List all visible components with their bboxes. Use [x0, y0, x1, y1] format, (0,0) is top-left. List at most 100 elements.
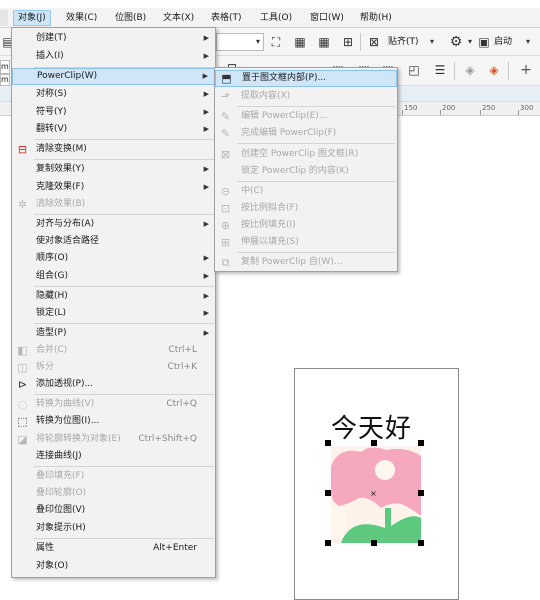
menu-item-flip[interactable]: 翻转(V) ▶ [12, 121, 215, 138]
menu-item-label: 使对象适合路径 [36, 236, 100, 246]
menu-item-symbol[interactable]: 符号(Y) ▶ [12, 104, 215, 121]
menu-item-overprint-outline[interactable]: 叠印轮廓(O) [12, 485, 215, 502]
menu-item-overprint-bitmap[interactable]: 叠印位图(V) [12, 502, 215, 519]
menu-table[interactable]: 表格(T) [207, 10, 246, 26]
selection-handle[interactable] [325, 490, 331, 496]
center-marker-icon[interactable]: × [370, 490, 377, 498]
submenu-arrow-icon: ▶ [203, 125, 209, 133]
ruler-label: 300 [520, 104, 534, 112]
menu-item-lock[interactable]: 锁定(L) ▶ [12, 305, 215, 322]
selection-handle[interactable] [418, 540, 424, 546]
chevron-down-icon[interactable]: ▾ [520, 34, 536, 50]
menu-item-fit-to-path[interactable]: 使对象适合路径 [12, 233, 215, 250]
clear-transform-icon: ⊟ [17, 143, 28, 156]
menu-text[interactable]: 文本(X) [159, 10, 198, 26]
menu-effects[interactable]: 效果(C) [62, 10, 101, 26]
menu-item-label: 将轮廓转换为对象(E) [36, 434, 121, 444]
submenu-item-extract-contents[interactable]: ⬏ 提取内容(X) [215, 88, 397, 105]
menu-separator [34, 538, 214, 539]
rulers-icon[interactable]: ▦ [292, 34, 308, 50]
full-screen-icon[interactable]: ⛶ [268, 34, 284, 50]
submenu-item-center[interactable]: ⊝ 中(C) [215, 183, 397, 200]
menu-item-label: 符号(Y) [36, 107, 67, 117]
left-field-2[interactable]: mi [0, 74, 10, 86]
selection-handle[interactable] [371, 440, 377, 446]
menu-item-label: 造型(P) [36, 328, 67, 338]
combine-icon: ◧ [17, 344, 28, 357]
selection-handle[interactable] [371, 540, 377, 546]
chevron-down-icon[interactable]: ▾ [424, 34, 440, 50]
menu-item-clear-transform[interactable]: ⊟ 清除变换(M) [12, 141, 215, 158]
submenu-item-lock-contents[interactable]: 锁定 PowerClip 的内容(K) [215, 163, 397, 180]
menu-item-copy-effect[interactable]: 复制效果(Y) ▶ [12, 161, 215, 178]
menu-item-convert-to-bitmap[interactable]: ⬚ 转换为位图(I)... [12, 413, 215, 430]
menu-item-overprint-fill[interactable]: 叠印填充(F) [12, 468, 215, 485]
menu-item-powerclip[interactable]: PowerClip(W) ▶ [12, 68, 215, 85]
menu-item-label: 组合(G) [36, 271, 68, 281]
convert-bitmap-icon: ⬚ [17, 415, 28, 428]
menu-separator [237, 106, 395, 107]
snap-icon[interactable]: ⊠ [366, 34, 382, 50]
menu-separator [34, 286, 214, 287]
submenu-item-fit-proportionally[interactable]: ⊡ 按比例拟合(F) [215, 200, 397, 217]
ruler-label: 250 [482, 104, 496, 112]
guidelines-icon[interactable]: ⊞ [340, 34, 356, 50]
menu-item-order[interactable]: 顺序(O) ▶ [12, 250, 215, 267]
selection-handle[interactable] [418, 490, 424, 496]
menu-item-combine[interactable]: ◧ 合并(C) Ctrl+L [12, 342, 215, 359]
menu-item-hide[interactable]: 隐藏(H) ▶ [12, 288, 215, 305]
menu-help[interactable]: 帮助(H) [356, 10, 396, 26]
selection-handle[interactable] [325, 440, 331, 446]
menu-item-label: 顺序(O) [36, 253, 69, 263]
layers-icon[interactable]: ◈ [462, 62, 478, 78]
launch-icon[interactable]: ▣ [476, 34, 492, 50]
menu-window[interactable]: 窗口(W) [306, 10, 348, 26]
menu-item-shaping[interactable]: 造型(P) ▶ [12, 325, 215, 342]
copy-from-icon: ⧉ [221, 256, 230, 269]
menu-separator [34, 323, 214, 324]
menu-item-object-hints[interactable]: 对象提示(H) [12, 520, 215, 537]
ruler-tick [440, 110, 441, 115]
left-field-1[interactable]: mi [0, 60, 10, 74]
menu-item-group[interactable]: 组合(G) ▶ [12, 268, 215, 285]
menu-item-clone-effect[interactable]: 克隆效果(F) ▶ [12, 179, 215, 196]
submenu-arrow-icon: ▶ [202, 72, 208, 80]
add-icon[interactable]: + [518, 62, 534, 78]
grid-icon[interactable]: ▦ [316, 34, 332, 50]
menu-item-insert[interactable]: 插入(I) ▶ [12, 48, 215, 65]
menu-item-add-perspective[interactable]: ⊳ 添加透视(P)... [12, 376, 215, 393]
menu-item-break-apart[interactable]: ◫ 拆分 Ctrl+K [12, 359, 215, 376]
menu-object[interactable]: 对象(J) [13, 10, 51, 26]
submenu-item-finish-editing[interactable]: ✎ 完成编辑 PowerClip(F) [215, 125, 397, 142]
selection-handle[interactable] [418, 440, 424, 446]
snap-label[interactable]: 贴齐(T) [388, 34, 419, 50]
submenu-item-edit-powerclip[interactable]: ✎ 编辑 PowerClip(E)... [215, 108, 397, 125]
menu-item-properties[interactable]: 属性 Alt+Enter [12, 540, 215, 557]
submenu-item-create-empty-frame[interactable]: ⊠ 创建空 PowerClip 图文框(R) [215, 146, 397, 163]
menu-item-join-curves[interactable]: 连接曲线(J) [12, 448, 215, 465]
menu-item-symmetry[interactable]: 对称(S) ▶ [12, 86, 215, 103]
layers-color-icon[interactable]: ◈ [486, 62, 502, 78]
submenu-item-fill-proportionally[interactable]: ⊕ 按比例填充(I) [215, 217, 397, 234]
submenu-arrow-icon: ▶ [203, 34, 209, 42]
menu-tools[interactable]: 工具(O) [256, 10, 296, 26]
menu-item-shortcut: Ctrl+K [167, 362, 197, 372]
menu-bitmaps[interactable]: 位图(B) [111, 10, 150, 26]
chevron-down-icon[interactable]: ▾ [250, 34, 266, 50]
menu-item-convert-to-curves[interactable]: ◌ 转换为曲线(V) Ctrl+Q [12, 396, 215, 413]
submenu-item-copy-powerclip-from[interactable]: ⧉ 复制 PowerClip 自(W)... [215, 254, 397, 271]
selection-handle[interactable] [325, 540, 331, 546]
text-wrap-icon[interactable]: ☰ [432, 62, 448, 78]
launch-label[interactable]: 启动 [494, 34, 512, 50]
menu-item-label: 叠印位图(V) [36, 505, 86, 515]
submenu-item-stretch-to-fill[interactable]: ⊞ 伸展以填充(S) [215, 234, 397, 251]
crop-icon[interactable]: ◰ [406, 62, 422, 78]
menu-item-outline-to-object[interactable]: ◪ 将轮廓转换为对象(E) Ctrl+Shift+Q [12, 431, 215, 448]
menu-item-objects[interactable]: 对象(O) [12, 558, 215, 575]
menu-item-align-distribute[interactable]: 对齐与分布(A) ▶ [12, 216, 215, 233]
menu-item-label: 创建(T) [36, 33, 67, 43]
submenu-item-place-inside-frame[interactable]: ⬒ 置于图文框内部(P)... [215, 70, 397, 87]
extract-content-icon: ⬏ [220, 90, 231, 103]
menu-item-create[interactable]: 创建(T) ▶ [12, 30, 215, 47]
menu-item-clear-effect[interactable]: ✲ 清除效果(B) [12, 196, 215, 213]
